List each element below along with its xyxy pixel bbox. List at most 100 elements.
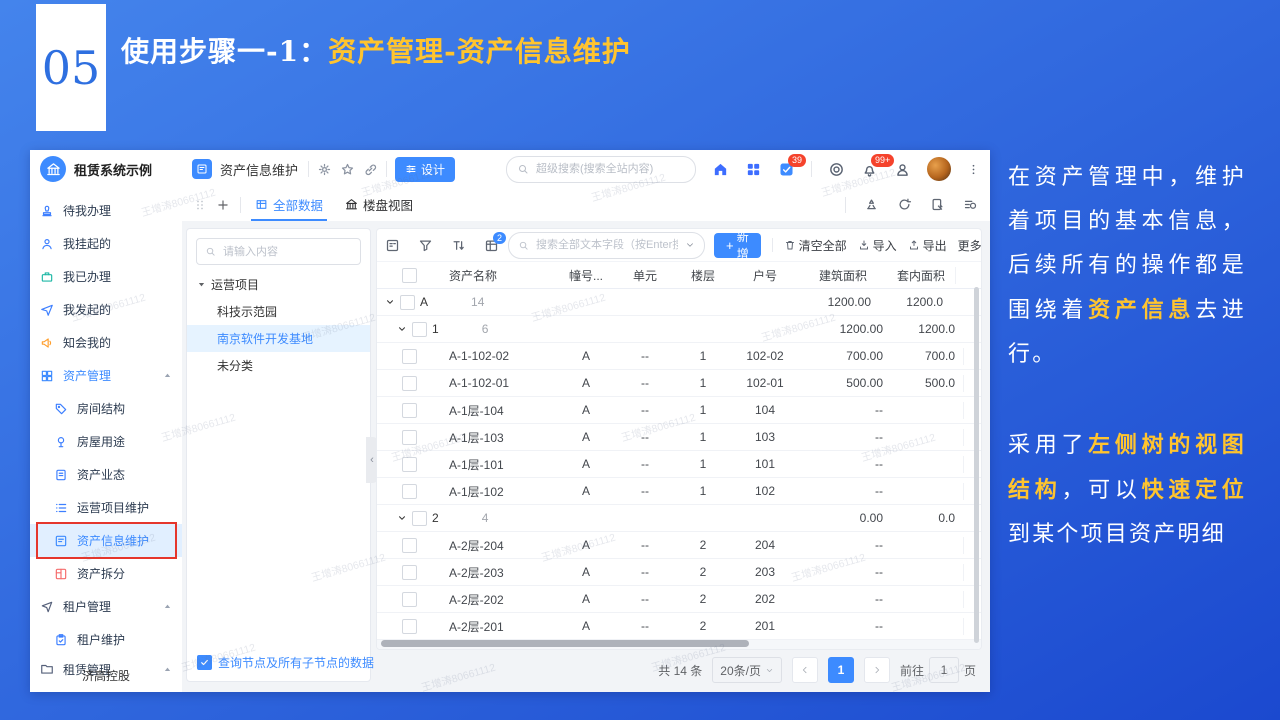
row-checkbox[interactable] <box>402 484 417 499</box>
row-checkbox[interactable] <box>402 619 417 634</box>
tree-node-南京软件开发基地[interactable]: 南京软件开发基地 <box>187 325 370 352</box>
sidebar-item-资产业态[interactable]: 资产业态 <box>30 458 182 491</box>
header-cell-楼层[interactable]: 楼层 <box>675 267 731 284</box>
row-checkbox[interactable] <box>412 511 427 526</box>
next-page-button[interactable] <box>864 657 890 683</box>
row-checkbox[interactable] <box>402 565 417 580</box>
tab-楼盘视图[interactable]: 楼盘视图 <box>341 188 417 221</box>
row-checkbox[interactable] <box>402 376 417 391</box>
sidebar-item-房屋用途[interactable]: 房屋用途 <box>30 425 182 458</box>
sidebar-item-待我办理[interactable]: 待我办理 <box>30 194 182 227</box>
page-form-icon <box>192 159 212 179</box>
more-label: 更多 <box>958 237 982 254</box>
add-view-icon[interactable] <box>216 198 230 212</box>
building-cell: A <box>557 430 615 444</box>
help-icon[interactable] <box>828 161 845 178</box>
recycle-bin-icon[interactable] <box>864 197 879 212</box>
export-button[interactable]: 导出 <box>908 237 947 254</box>
global-search[interactable] <box>506 156 696 183</box>
table-search[interactable] <box>508 232 705 259</box>
refresh-icon[interactable] <box>897 197 912 212</box>
sidebar-item-我挂起的[interactable]: 我挂起的 <box>30 227 182 260</box>
form-record-icon[interactable] <box>930 197 945 212</box>
group-toggle-cell[interactable]: A14 <box>377 295 545 310</box>
row-checkbox[interactable] <box>402 403 417 418</box>
fields-board-icon[interactable]: 2 <box>484 238 499 253</box>
tree-search-input[interactable] <box>221 245 352 259</box>
clear-all-button[interactable]: 清空全部 <box>784 237 847 254</box>
sort-icon[interactable] <box>451 238 466 253</box>
sidebar-item-我发起的[interactable]: 我发起的 <box>30 293 182 326</box>
settings-gear-icon[interactable] <box>317 162 332 177</box>
sidebar-item-资产管理[interactable]: 资产管理 <box>30 359 182 392</box>
share-link-icon[interactable] <box>363 162 378 177</box>
drag-handle-icon[interactable] <box>194 199 206 211</box>
table-search-input[interactable] <box>534 238 680 252</box>
header-cell-资产名称[interactable]: 资产名称 <box>441 267 557 284</box>
row-checkbox[interactable] <box>402 349 417 364</box>
more-button[interactable]: 更多 <box>958 237 982 254</box>
group-expand-icon <box>397 513 407 523</box>
action-cell: 拆分更多 <box>963 483 982 500</box>
description-paragraph: 在资产管理中，维护着项目的基本信息，后续所有的操作都是围绕着资产信息去进行。 <box>1008 156 1246 377</box>
current-page-button[interactable]: 1 <box>828 657 854 683</box>
vertical-scrollbar[interactable] <box>974 287 979 643</box>
asset-row-A-1层-102: A-1层-102A--1102--拆分更多 <box>377 478 981 505</box>
jz-area-cell: -- <box>799 430 891 444</box>
view-config-icon[interactable] <box>385 238 400 253</box>
tree-node-科技示范园[interactable]: 科技示范园 <box>187 298 370 325</box>
group-toggle-cell[interactable]: 24 <box>377 511 557 526</box>
row-checkbox[interactable] <box>400 295 415 310</box>
header-cell-幢号...[interactable]: 幢号... <box>557 267 615 284</box>
horizontal-scrollbar[interactable] <box>381 640 749 647</box>
add-new-label: 新增 <box>737 228 749 262</box>
highlight-text: 快速定位 <box>1142 477 1246 503</box>
sidebar-item-房间结构[interactable]: 房间结构 <box>30 392 182 425</box>
tab-全部数据[interactable]: 全部数据 <box>251 188 327 221</box>
design-button[interactable]: 设计 <box>395 157 455 182</box>
header-cell-套内面积[interactable]: 套内面积 <box>887 267 955 284</box>
header-cell-建筑面积[interactable]: 建筑面积 <box>799 267 887 284</box>
row-checkbox[interactable] <box>402 538 417 553</box>
sidebar-item-租户维护[interactable]: 租户维护 <box>30 623 182 656</box>
tree-node-未分类[interactable]: 未分类 <box>187 352 370 379</box>
global-search-input[interactable] <box>534 162 685 176</box>
tree-footer-checkbox[interactable]: 查询节点及所有子节点的数据 <box>197 654 374 671</box>
list-icon <box>54 501 68 515</box>
add-new-button[interactable]: + 新增 <box>714 233 761 258</box>
profile-icon[interactable] <box>894 161 911 178</box>
tree-search[interactable] <box>196 238 361 265</box>
row-checkbox[interactable] <box>402 430 417 445</box>
prev-page-button[interactable] <box>792 657 818 683</box>
favorite-star-icon[interactable] <box>340 162 355 177</box>
chevron-down-icon[interactable] <box>685 240 695 250</box>
list-search-icon[interactable] <box>963 197 978 212</box>
notifications-bell-icon[interactable]: 99+ <box>861 161 878 178</box>
home-icon[interactable] <box>712 161 729 178</box>
sidebar-item-资产信息维护[interactable]: 资产信息维护 <box>30 524 182 557</box>
header-cell-单元[interactable]: 单元 <box>615 267 675 284</box>
sidebar-item-资产拆分[interactable]: 资产拆分 <box>30 557 182 590</box>
select-all-checkbox[interactable] <box>402 268 417 283</box>
sidebar-item-label: 资产信息维护 <box>77 532 149 549</box>
group-toggle-cell[interactable]: 16 <box>377 322 557 337</box>
sidebar-item-租户管理[interactable]: 租户管理 <box>30 590 182 623</box>
filter-icon[interactable] <box>418 238 433 253</box>
sidebar-item-我已办理[interactable]: 我已办理 <box>30 260 182 293</box>
user-avatar[interactable] <box>927 157 951 181</box>
apps-grid-icon[interactable] <box>745 161 762 178</box>
import-button[interactable]: 导入 <box>858 237 897 254</box>
sidebar-item-运营项目维护[interactable]: 运营项目维护 <box>30 491 182 524</box>
header-cell-户号[interactable]: 户号 <box>731 267 799 284</box>
unit-cell: -- <box>615 376 675 390</box>
tree-node-root[interactable]: 运营项目 <box>187 271 370 298</box>
row-checkbox[interactable] <box>412 322 427 337</box>
row-checkbox[interactable] <box>402 592 417 607</box>
more-menu-icon[interactable] <box>967 161 980 178</box>
goto-page-input[interactable]: 1 <box>929 657 959 683</box>
row-checkbox[interactable] <box>402 457 417 472</box>
header-cell-操作[interactable]: 操作 <box>955 267 982 284</box>
todo-icon[interactable]: 39 <box>778 161 795 178</box>
sidebar-item-知会我的[interactable]: 知会我的 <box>30 326 182 359</box>
page-size-select[interactable]: 20条/页 <box>712 657 782 683</box>
